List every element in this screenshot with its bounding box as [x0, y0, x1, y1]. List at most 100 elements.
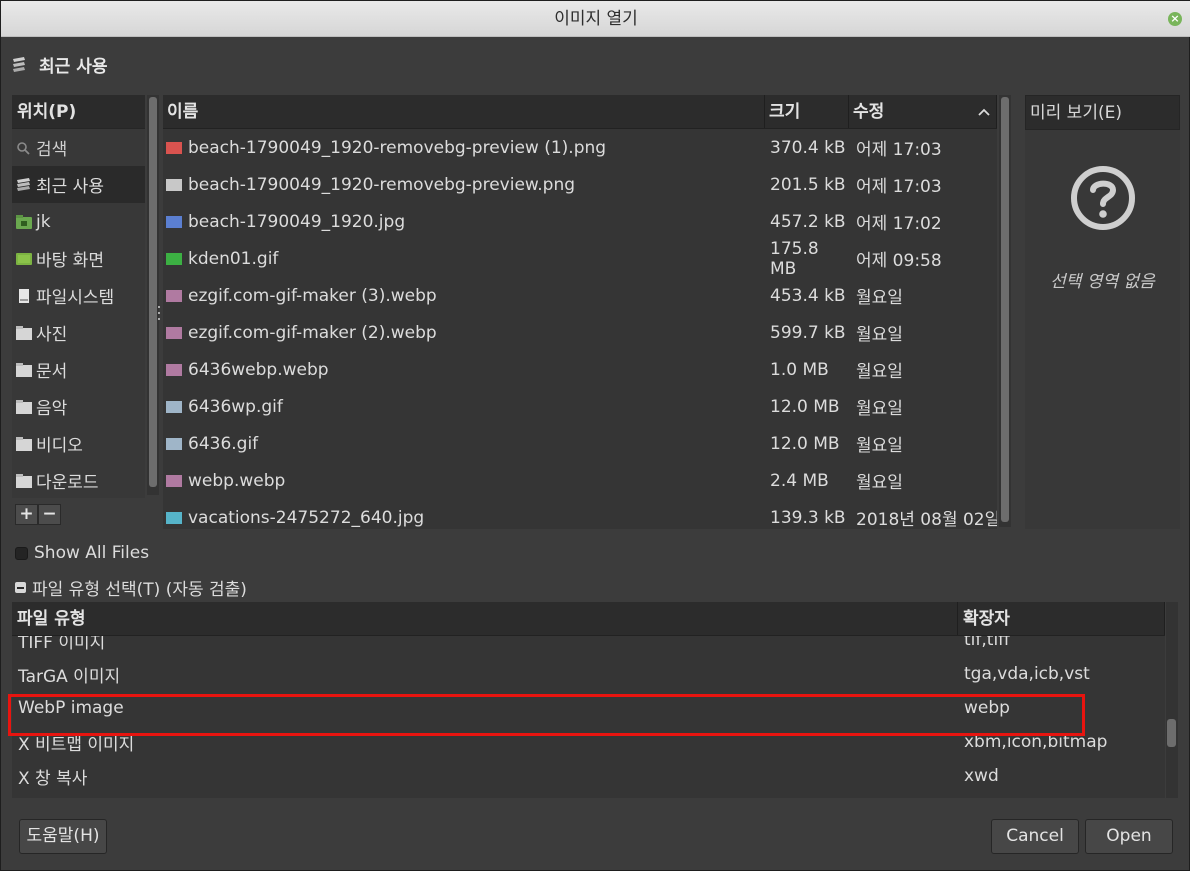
path-button-recent[interactable]: 최근 사용 — [11, 49, 107, 79]
places-item-recent[interactable]: 최근 사용 — [12, 166, 145, 203]
close-icon[interactable]: × — [1168, 12, 1182, 26]
show-all-files-checkbox[interactable]: Show All Files — [15, 543, 149, 563]
file-row[interactable]: beach-1790049_1920-removebg-preview.png 2… — [163, 166, 997, 203]
cancel-button[interactable]: Cancel — [991, 819, 1079, 854]
file-rows: beach-1790049_1920-removebg-preview (1).… — [163, 129, 997, 529]
places-item-pictures[interactable]: 사진 — [12, 314, 145, 351]
file-type-extensions: tga,vda,icb,vst — [964, 664, 1090, 684]
file-modified: 어제 17:03 — [856, 140, 942, 160]
places-item-filesystem[interactable]: 파일시스템 — [12, 277, 145, 314]
title-bar[interactable]: 이미지 열기 × — [1, 1, 1190, 37]
recent-icon — [13, 57, 25, 72]
file-name-cell: beach-1790049_1920-removebg-preview (1).… — [163, 138, 765, 158]
places-item-downloads[interactable]: 다운로드 — [12, 462, 145, 498]
image-thumbnail-icon — [166, 511, 182, 524]
file-name: vacations-2475272_640.jpg — [188, 507, 425, 528]
places-scrollbar[interactable] — [147, 95, 159, 495]
show-all-files-label: Show All Files — [34, 543, 150, 563]
file-modified: 월요일 — [856, 436, 903, 456]
annotation-highlight-box — [8, 694, 1085, 736]
file-name: 6436wp.gif — [188, 396, 283, 417]
file-modified: 월요일 — [856, 473, 903, 493]
file-size: 2.4 MB — [770, 470, 829, 491]
file-row[interactable]: beach-1790049_1920-removebg-preview (1).… — [163, 129, 997, 166]
file-row[interactable]: 6436webp.webp 1.0 MB 월요일 — [163, 351, 997, 388]
file-name: kden01.gif — [188, 248, 279, 269]
checkbox-box[interactable] — [15, 546, 28, 560]
file-list-header: 이름 크기 수정 — [163, 95, 997, 129]
places-item-videos[interactable]: 비디오 — [12, 425, 145, 462]
column-header-size[interactable]: 크기 — [765, 95, 849, 128]
file-row[interactable]: ezgif.com-gif-maker (3).webp 453.4 kB 월요일 — [163, 277, 997, 314]
places-item-desktop[interactable]: 바탕 화면 — [12, 240, 145, 277]
file-type-scrollbar[interactable] — [1166, 602, 1178, 798]
desktop-icon — [16, 252, 32, 265]
open-image-dialog: 이미지 열기 × 최근 사용 위치(P) 검색 최근 사용 jk 바탕 화면 파… — [0, 0, 1190, 871]
preview-header: 미리 보기(E) — [1025, 95, 1180, 130]
file-modified: 월요일 — [856, 325, 903, 345]
column-header-file-type[interactable]: 파일 유형 — [12, 602, 958, 635]
places-item-label: 최근 사용 — [36, 177, 104, 197]
file-modified: 어제 17:02 — [856, 214, 942, 234]
file-type-expander-label: 파일 유형 선택(T) (자동 검출) — [32, 580, 247, 600]
file-size: 1.0 MB — [770, 359, 829, 380]
add-bookmark-button[interactable]: + — [15, 504, 38, 525]
file-name-cell: beach-1790049_1920.jpg — [163, 212, 765, 232]
collapse-icon — [15, 582, 26, 593]
image-thumbnail-icon — [166, 289, 182, 302]
places-item-documents[interactable]: 문서 — [12, 351, 145, 388]
file-row[interactable]: webp.webp 2.4 MB 월요일 — [163, 462, 997, 499]
file-list-scrollbar[interactable] — [999, 95, 1011, 527]
scrollbar-thumb[interactable] — [1167, 719, 1176, 747]
column-header-modified[interactable]: 수정 — [849, 95, 997, 128]
question-icon — [1071, 166, 1135, 230]
folder-icon — [16, 325, 32, 340]
image-thumbnail-icon — [166, 326, 182, 339]
file-type-expander[interactable]: 파일 유형 선택(T) (자동 검출) — [15, 575, 247, 600]
places-item-home[interactable]: jk — [12, 203, 145, 240]
file-name: 6436webp.webp — [188, 359, 329, 380]
column-header-name[interactable]: 이름 — [163, 95, 765, 128]
file-modified: 어제 09:58 — [856, 251, 942, 271]
places-item-music[interactable]: 음악 — [12, 388, 145, 425]
file-type-row[interactable]: X 창 복사 xwd — [12, 759, 1165, 793]
open-button[interactable]: Open — [1085, 819, 1173, 854]
places-item-label: 다운로드 — [36, 473, 99, 493]
places-item-label: 바탕 화면 — [36, 251, 104, 271]
image-thumbnail-icon — [166, 252, 182, 265]
file-type-name: X 창 복사 — [18, 768, 88, 789]
scrollbar-thumb[interactable] — [149, 97, 157, 487]
pane-resize-handle[interactable] — [158, 306, 161, 320]
file-name: webp.webp — [188, 470, 286, 491]
file-row[interactable]: beach-1790049_1920.jpg 457.2 kB 어제 17:02 — [163, 203, 997, 240]
scrollbar-thumb[interactable] — [1001, 97, 1009, 522]
file-size: 370.4 kB — [770, 137, 846, 158]
file-name-cell: ezgif.com-gif-maker (3).webp — [163, 286, 765, 306]
file-size: 599.7 kB — [770, 322, 846, 343]
preview-pane: 미리 보기(E) 선택 영역 없음 — [1025, 95, 1180, 529]
places-item-label: 음악 — [36, 399, 68, 419]
file-row[interactable]: 6436.gif 12.0 MB 월요일 — [163, 425, 997, 462]
column-header-extension[interactable]: 확장자 — [958, 602, 1165, 635]
file-name-cell: ezgif.com-gif-maker (2).webp — [163, 323, 765, 343]
places-sidebar: 위치(P) 검색 최근 사용 jk 바탕 화면 파일시스템 사진 문서 음악 비… — [12, 95, 145, 498]
file-row[interactable]: 6436wp.gif 12.0 MB 월요일 — [163, 388, 997, 425]
file-row[interactable]: vacations-2475272_640.jpg 139.3 kB 2018년 0… — [163, 499, 997, 529]
help-button[interactable]: 도움말(H) — [19, 819, 107, 854]
file-type-row[interactable]: TarGA 이미지 tga,vda,icb,vst — [12, 657, 1165, 691]
file-size: 12.0 MB — [770, 396, 840, 417]
folder-icon — [16, 473, 32, 488]
places-item-label: 비디오 — [36, 436, 83, 456]
file-name: beach-1790049_1920.jpg — [188, 211, 406, 232]
places-item-label: jk — [36, 211, 51, 232]
file-name-cell: 6436wp.gif — [163, 397, 765, 417]
remove-bookmark-button[interactable]: − — [38, 504, 61, 525]
places-item-search[interactable]: 검색 — [12, 129, 145, 166]
file-row[interactable]: kden01.gif 175.8 MB 어제 09:58 — [163, 238, 997, 279]
file-type-header: 파일 유형 확장자 — [12, 602, 1165, 636]
file-row[interactable]: ezgif.com-gif-maker (2).webp 599.7 kB 월요일 — [163, 314, 997, 351]
file-name-cell: 6436.gif — [163, 434, 765, 454]
file-name-cell: 6436webp.webp — [163, 360, 765, 380]
image-thumbnail-icon — [166, 178, 182, 191]
file-size: 175.8 MB — [770, 238, 819, 279]
